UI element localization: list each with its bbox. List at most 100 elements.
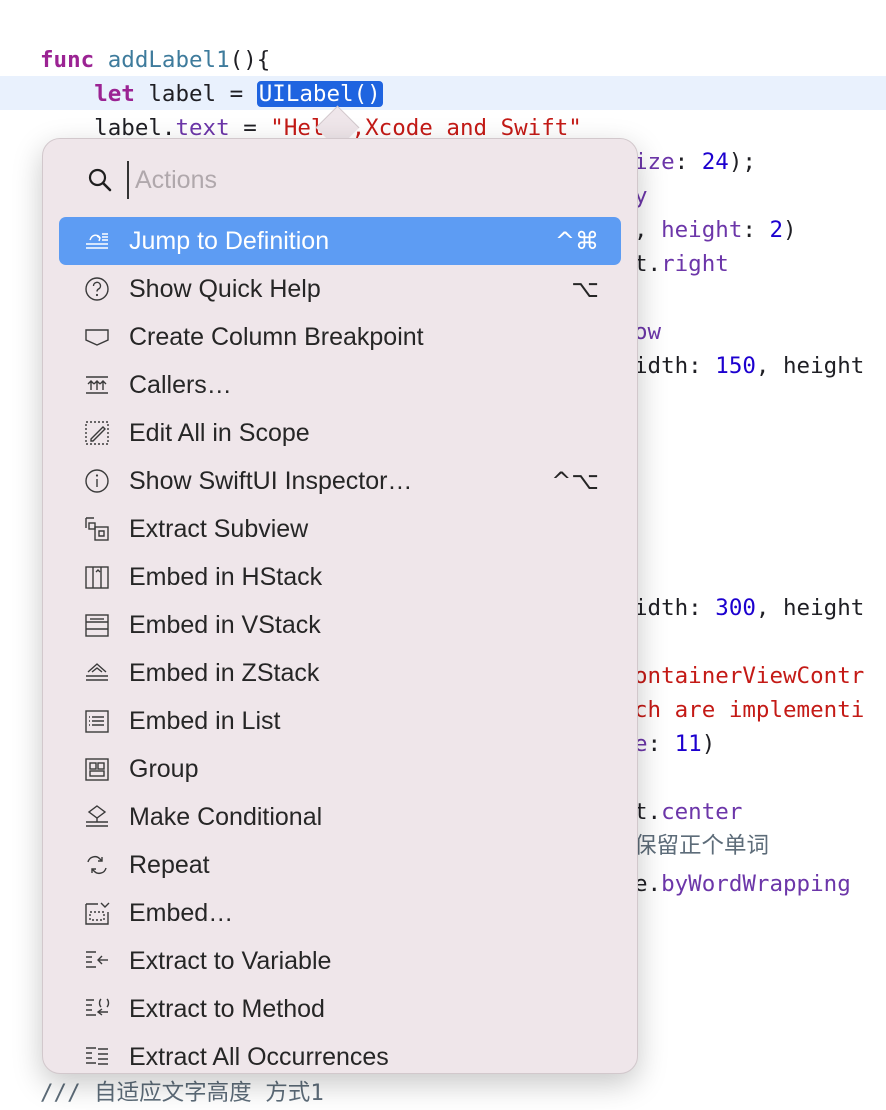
code-token: idth: xyxy=(634,353,716,379)
menu-item-label: Group xyxy=(129,754,199,783)
code-fragment: t.right xyxy=(634,247,729,281)
menu-item-extract-all-occurrences[interactable]: Extract All Occurrences xyxy=(59,1033,621,1073)
menu-item-edit-all-in-scope[interactable]: Edit All in Scope xyxy=(59,409,621,457)
menu-item-shortcut: ^⌘ xyxy=(554,227,599,255)
callers-icon xyxy=(77,361,117,409)
code-line: let label = UILabel() xyxy=(40,77,383,111)
menu-item-label: Extract to Variable xyxy=(129,946,332,975)
code-token: ontainerViewContr xyxy=(634,663,865,689)
menu-item-embed-in-zstack[interactable]: Embed in ZStack xyxy=(59,649,621,697)
embed-icon xyxy=(77,889,117,937)
code-fragment: ontainerViewContr xyxy=(634,659,864,693)
menu-item-make-conditional[interactable]: Make Conditional xyxy=(59,793,621,841)
menu-item-label: Extract to Method xyxy=(129,994,325,1023)
menu-item-embed-in-vstack[interactable]: Embed in VStack xyxy=(59,601,621,649)
code-token: e. xyxy=(634,871,662,897)
menu-item-embed-in-hstack[interactable]: Embed in HStack xyxy=(59,553,621,601)
search-row xyxy=(43,157,637,201)
menu-item-jump-to-definition[interactable]: Jump to Definition ^⌘ xyxy=(59,217,621,265)
question-circle-icon xyxy=(77,265,117,313)
code-token: t. xyxy=(634,799,662,825)
menu-item-callers[interactable]: Callers… xyxy=(59,361,621,409)
extract-all-icon xyxy=(77,1033,117,1073)
menu-item-show-swiftui-inspector[interactable]: Show SwiftUI Inspector… ^⌥ xyxy=(59,457,621,505)
code-token: byWordWrapping xyxy=(661,871,851,897)
menu-item-label: Show SwiftUI Inspector… xyxy=(129,466,413,495)
code-fragment: ize: 24); xyxy=(634,145,756,179)
menu-item-shortcut: ⌥ xyxy=(571,275,599,303)
menu-item-label: Embed in List xyxy=(129,706,281,735)
code-token: 300 xyxy=(715,595,756,621)
code-token: : xyxy=(647,731,675,757)
code-token: , height xyxy=(755,595,865,621)
code-token: 11 xyxy=(674,731,702,757)
menu-item-label: Make Conditional xyxy=(129,802,323,831)
jump-definition-icon xyxy=(77,217,117,265)
menu-item-extract-to-variable[interactable]: Extract to Variable xyxy=(59,937,621,985)
search-icon xyxy=(87,167,113,193)
menu-item-label: Extract All Occurrences xyxy=(129,1042,389,1071)
code-token: t. xyxy=(634,251,662,277)
code-fragment: idth: 300, height xyxy=(634,591,864,625)
menu-item-label: Embed in VStack xyxy=(129,610,321,639)
menu-item-show-quick-help[interactable]: Show Quick Help ⌥ xyxy=(59,265,621,313)
menu-item-label: Callers… xyxy=(129,370,232,399)
actions-search-input[interactable] xyxy=(127,161,597,199)
code-token: (){ xyxy=(229,47,271,73)
list-icon xyxy=(77,697,117,745)
code-token: 保留正个单词 xyxy=(634,833,770,859)
menu-item-create-column-breakpoint[interactable]: Create Column Breakpoint xyxy=(59,313,621,361)
code-token: center xyxy=(661,799,743,825)
extract-subview-icon xyxy=(77,505,117,553)
code-fragment: , height: 2) xyxy=(634,213,797,247)
conditional-icon xyxy=(77,793,117,841)
code-token: height xyxy=(661,217,743,243)
menu-item-label: Edit All in Scope xyxy=(129,418,310,447)
code-token: addLabel1 xyxy=(107,47,230,73)
code-fragment: ch are implementi xyxy=(634,693,864,727)
menu-item-repeat[interactable]: Repeat xyxy=(59,841,621,889)
code-token: func xyxy=(40,47,95,73)
code-token: 2 xyxy=(769,217,784,243)
code-fragment: 保留正个单词 xyxy=(634,829,769,863)
actions-menu: Jump to Definition ^⌘ Show Quick Help ⌥ Crea… xyxy=(59,217,621,1073)
menu-item-embed-in-list[interactable]: Embed in List xyxy=(59,697,621,745)
code-token: ow xyxy=(634,319,662,345)
menu-item-label: Repeat xyxy=(129,850,210,879)
menu-item-extract-to-method[interactable]: Extract to Method xyxy=(59,985,621,1033)
extract-method-icon xyxy=(77,985,117,1033)
extract-variable-icon xyxy=(77,937,117,985)
menu-item-embed[interactable]: Embed… xyxy=(59,889,621,937)
menu-item-label: Embed in ZStack xyxy=(129,658,320,687)
code-fragment: t.center xyxy=(634,795,742,829)
code-token: ) xyxy=(701,731,716,757)
code-token: right xyxy=(661,251,729,277)
menu-item-label: Create Column Breakpoint xyxy=(129,322,424,351)
code-token: , xyxy=(634,217,662,243)
code-fragment: e: 11) xyxy=(634,727,715,761)
breakpoint-icon xyxy=(77,313,117,361)
code-fragment: e.byWordWrapping xyxy=(634,867,851,901)
edit-scope-icon xyxy=(77,409,117,457)
code-token: 24 xyxy=(701,149,729,175)
menu-item-label: Extract Subview xyxy=(129,514,309,543)
code-token: let xyxy=(94,81,135,107)
code-token: ); xyxy=(728,149,756,175)
code-token: idth: xyxy=(634,595,716,621)
code-fragment: ow xyxy=(634,315,661,349)
menu-item-group[interactable]: Group xyxy=(59,745,621,793)
code-token: ize xyxy=(634,149,675,175)
menu-item-label: Show Quick Help xyxy=(129,274,321,303)
hstack-icon xyxy=(77,553,117,601)
vstack-icon xyxy=(77,601,117,649)
bottom-comment: /// 自适应文字高度 方式1 xyxy=(40,1080,324,1106)
code-fragment: idth: 150, height xyxy=(634,349,864,383)
code-token: label = xyxy=(134,81,257,107)
menu-item-extract-subview[interactable]: Extract Subview xyxy=(59,505,621,553)
code-token: 150 xyxy=(715,353,756,379)
menu-item-label: Jump to Definition xyxy=(129,226,330,255)
code-line: func addLabel1(){ xyxy=(40,43,270,77)
code-token: : xyxy=(674,149,702,175)
